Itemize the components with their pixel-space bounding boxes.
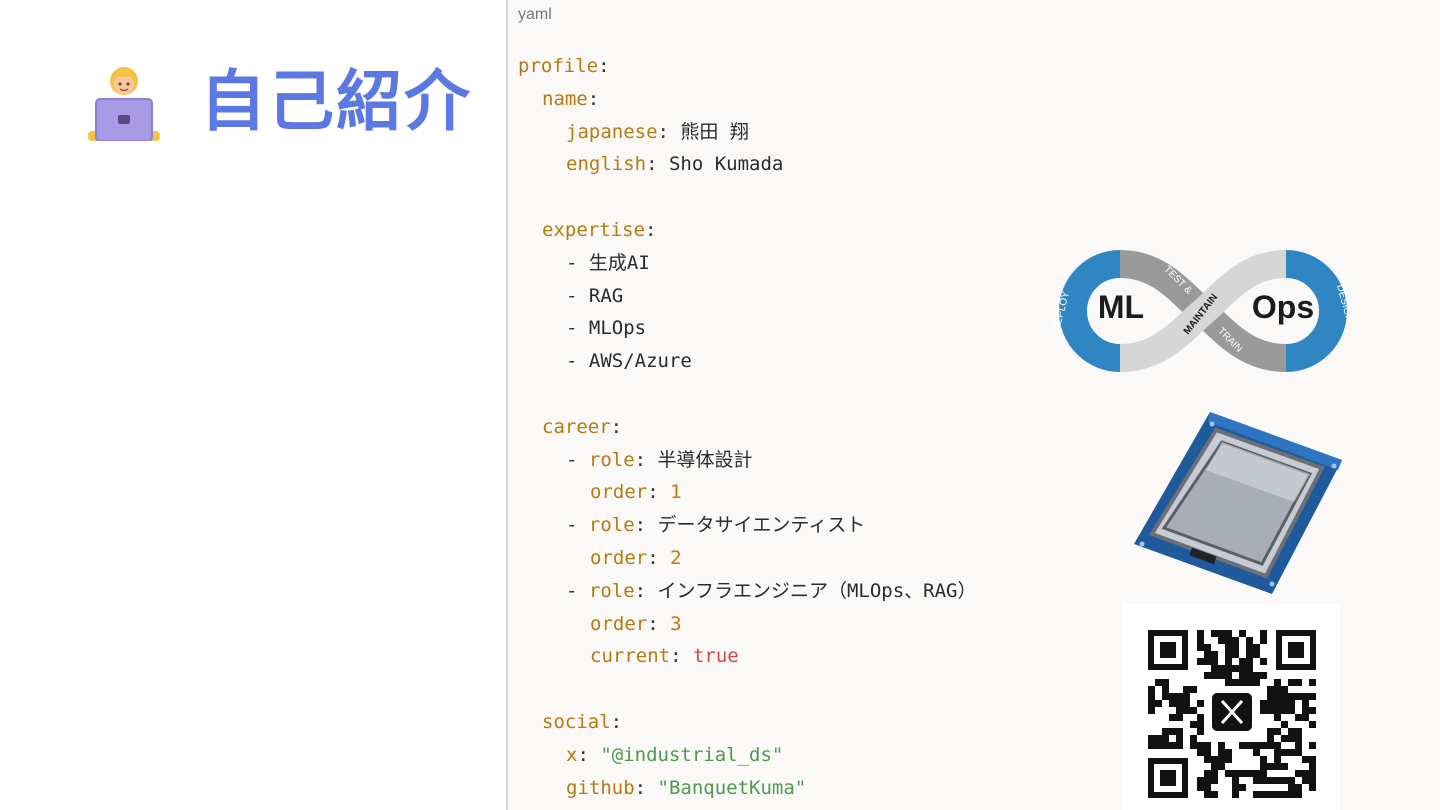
career-order: 3 (670, 612, 682, 635)
mlops-ops-label: Ops (1252, 289, 1314, 325)
yaml-value: Sho Kumada (668, 153, 784, 176)
mlops-logo: ML Ops DEPLOY DESIGN TEST & MAINTAIN TRA… (1040, 230, 1366, 390)
career-role: インフラエンジニア（MLOps、RAG） (657, 579, 977, 602)
expertise-item: 生成AI (588, 251, 650, 274)
github-handle: "BanquetKuma" (657, 776, 807, 799)
yaml-key: profile (518, 55, 599, 77)
career-order: 1 (670, 481, 682, 504)
yaml-key: current (590, 645, 671, 668)
person-with-laptop-icon (86, 63, 162, 142)
yaml-key: career (542, 415, 611, 438)
page-title: 自己紹介 (200, 63, 472, 140)
qr-code (1122, 604, 1340, 810)
yaml-key: order (590, 481, 648, 504)
current-flag: true (692, 645, 739, 668)
code-content: profile: name: japanese: 熊田 翔 english: S… (518, 55, 977, 799)
expertise-item: AWS/Azure (588, 350, 692, 373)
yaml-key: social (542, 710, 611, 733)
cpu-chip-icon (1126, 404, 1348, 600)
expertise-item: RAG (588, 284, 624, 307)
mlops-ml-label: ML (1098, 289, 1144, 325)
x-handle: "@industrial_ds" (600, 743, 784, 766)
yaml-value: 熊田 翔 (680, 120, 749, 143)
expertise-item: MLOps (588, 317, 647, 340)
yaml-key: x (566, 743, 578, 766)
yaml-key: order (590, 612, 648, 635)
career-role: 半導体設計 (657, 448, 753, 471)
qr-finder-top-right (1276, 630, 1316, 670)
yaml-key: order (590, 546, 648, 569)
code-language-label: yaml (518, 6, 552, 23)
qr-finder-bottom-left (1148, 758, 1188, 798)
career-order: 2 (670, 546, 682, 569)
qr-finder-top-left (1148, 630, 1188, 670)
yaml-key: role (588, 579, 635, 602)
page-header: 自己紹介 (86, 62, 472, 142)
yaml-key: name (542, 87, 588, 110)
x-logo-icon (1208, 690, 1256, 734)
yaml-key: role (588, 514, 635, 537)
yaml-key: japanese (566, 120, 658, 143)
yaml-key: english (566, 153, 647, 176)
yaml-key: expertise (542, 218, 645, 241)
yaml-key: role (588, 448, 635, 471)
yaml-key: github (566, 776, 635, 799)
career-role: データサイエンティスト (657, 514, 866, 537)
